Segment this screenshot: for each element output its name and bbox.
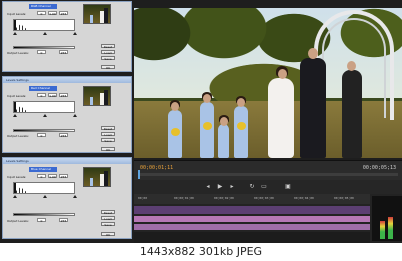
ok-button[interactable]: OK xyxy=(101,147,115,152)
input-black-field[interactable]: 0 xyxy=(37,174,46,179)
ruler-mark: 00;00;02;00 xyxy=(214,196,234,200)
input-gamma-field[interactable]: 1.00 xyxy=(48,11,57,16)
input-gamma-field[interactable]: 1.00 xyxy=(48,174,57,179)
load-button[interactable]: Load xyxy=(101,132,115,137)
output-white-field[interactable]: 255 xyxy=(59,218,68,223)
program-monitor[interactable] xyxy=(134,8,402,158)
reset-button[interactable]: Reset xyxy=(101,44,115,49)
save-button[interactable]: Save xyxy=(101,222,115,227)
playhead[interactable] xyxy=(138,170,140,179)
safe-margins-icon[interactable]: ▭ xyxy=(260,183,268,191)
output-levels-label: Output Levels: xyxy=(7,134,29,138)
video-track-clip[interactable] xyxy=(134,206,370,214)
current-timecode[interactable]: 00;00;01;11 xyxy=(140,165,173,171)
levels-dialog-3: Levels Settings Blue Channel Input Level… xyxy=(2,157,132,239)
reset-button[interactable]: Reset xyxy=(101,126,115,131)
input-white-slider[interactable] xyxy=(73,195,77,198)
bridesmaid-figure xyxy=(200,92,214,158)
meter-bar-right xyxy=(388,217,393,239)
groom-figure xyxy=(300,48,326,158)
channel-select[interactable]: RGB Channel xyxy=(29,4,57,9)
output-black-field[interactable]: 0 xyxy=(37,218,46,223)
audio-track-clip[interactable] xyxy=(134,216,370,222)
audio-meter xyxy=(372,196,402,241)
save-button[interactable]: Save xyxy=(101,138,115,143)
input-gamma-field[interactable]: 1.00 xyxy=(48,93,57,98)
screenshot-stage: 00;00;01;11 00;00;05;13 ◂ ▶ ▸ ↻ ▭ ▣ 00;0… xyxy=(0,0,402,243)
bridesmaid-figure xyxy=(234,96,248,158)
load-button[interactable]: Load xyxy=(101,50,115,55)
output-white-field[interactable]: 255 xyxy=(59,50,68,55)
input-black-slider[interactable] xyxy=(13,195,17,198)
audio-track-clip[interactable] xyxy=(134,224,370,230)
step-forward-icon[interactable]: ▸ xyxy=(228,183,236,191)
ok-button[interactable]: OK xyxy=(101,232,115,237)
preview-thumbnail xyxy=(83,167,111,187)
input-black-slider[interactable] xyxy=(13,114,17,117)
ruler-mark: 00;00 xyxy=(138,196,148,200)
play-icon[interactable]: ▶ xyxy=(216,183,224,191)
output-gradient xyxy=(13,129,75,132)
ruler-mark: 00;00;03;00 xyxy=(254,196,274,200)
load-button[interactable]: Load xyxy=(101,216,115,221)
save-button[interactable]: Save xyxy=(101,56,115,61)
output-gradient xyxy=(13,213,75,216)
duration-timecode: 00;00;05;13 xyxy=(362,165,396,171)
output-black-field[interactable]: 0 xyxy=(37,133,46,138)
input-black-slider[interactable] xyxy=(13,32,17,35)
input-white-slider[interactable] xyxy=(73,114,77,117)
histogram xyxy=(13,19,75,31)
image-caption: 1443x882 301kb JPEG xyxy=(0,243,402,261)
output-gradient xyxy=(13,46,75,49)
ruler-mark: 00;00;05;00 xyxy=(334,196,354,200)
levels-dialog-1: RGB Channel Input Levels: 0 1.00 255 Out… xyxy=(2,1,132,72)
output-levels-label: Output Levels: xyxy=(7,51,29,55)
input-gamma-slider[interactable] xyxy=(43,195,47,198)
export-frame-icon[interactable]: ▣ xyxy=(284,183,292,191)
empty-track-area xyxy=(134,232,370,243)
input-white-field[interactable]: 255 xyxy=(59,93,68,98)
ruler-mark: 00;00;01;00 xyxy=(174,196,194,200)
loop-icon[interactable]: ↻ xyxy=(248,183,256,191)
input-black-field[interactable]: 0 xyxy=(37,93,46,98)
input-white-slider[interactable] xyxy=(73,32,77,35)
dialog-title: Levels Settings xyxy=(3,77,131,83)
flower-girl-figure xyxy=(218,115,229,158)
officiant-figure xyxy=(342,61,362,158)
transport-controls: ◂ ▶ ▸ ↻ ▭ ▣ xyxy=(134,180,402,194)
histogram xyxy=(13,101,75,113)
input-gamma-slider[interactable] xyxy=(43,114,47,117)
ruler-mark: 00;00;04;00 xyxy=(294,196,314,200)
channel-select[interactable]: Red Channel xyxy=(29,86,57,91)
dialog-title: Levels Settings xyxy=(3,158,131,164)
input-levels-label: Input Levels: xyxy=(7,175,27,179)
input-white-field[interactable]: 255 xyxy=(59,11,68,16)
bridesmaid-figure xyxy=(168,100,182,158)
wedding-video-frame xyxy=(134,8,402,158)
monitor-timecode-bar: 00;00;01;11 00;00;05;13 xyxy=(134,160,402,180)
bride-figure xyxy=(268,66,294,158)
output-white-field[interactable]: 255 xyxy=(59,133,68,138)
histogram xyxy=(13,182,75,194)
input-black-field[interactable]: 0 xyxy=(37,11,46,16)
step-back-icon[interactable]: ◂ xyxy=(204,183,212,191)
input-levels-label: Input Levels: xyxy=(7,12,27,16)
preview-thumbnail xyxy=(83,86,111,106)
output-black-field[interactable]: 0 xyxy=(37,50,46,55)
levels-dialog-2: Levels Settings Red Channel Input Levels… xyxy=(2,76,132,153)
scrub-bar[interactable] xyxy=(138,170,398,179)
timeline-panel[interactable]: 00;00 00;00;01;00 00;00;02;00 00;00;03;0… xyxy=(134,194,402,243)
output-levels-label: Output Levels: xyxy=(7,219,29,223)
input-levels-label: Input Levels: xyxy=(7,94,27,98)
ok-button[interactable]: OK xyxy=(101,65,115,70)
meter-bar-left xyxy=(380,221,385,239)
reset-button[interactable]: Reset xyxy=(101,210,115,215)
preview-thumbnail xyxy=(83,4,111,24)
timeline-ruler[interactable]: 00;00 00;00;01;00 00;00;02;00 00;00;03;0… xyxy=(134,194,370,204)
channel-select[interactable]: Blue Channel xyxy=(29,167,57,172)
input-gamma-slider[interactable] xyxy=(43,32,47,35)
input-white-field[interactable]: 255 xyxy=(59,174,68,179)
